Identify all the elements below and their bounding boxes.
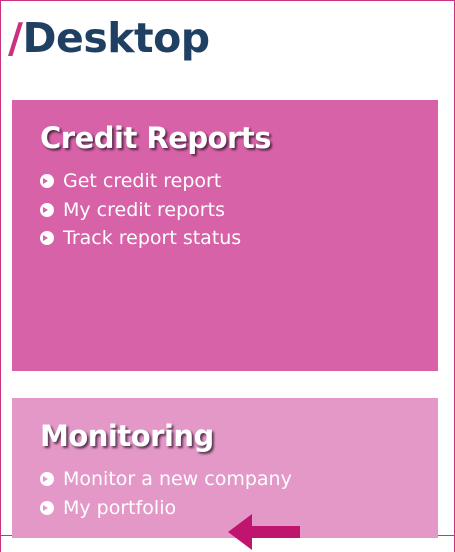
- page-title: /Desktop: [8, 10, 210, 66]
- circle-chevron-right-icon: [40, 472, 54, 487]
- monitoring-title: Monitoring: [40, 419, 214, 453]
- credit-reports-links: Get credit report My credit reports Trac…: [40, 167, 438, 253]
- link-label: Monitor a new company: [63, 468, 292, 491]
- link-get-credit-report[interactable]: Get credit report: [40, 167, 438, 196]
- link-label: Get credit report: [63, 170, 222, 193]
- credit-reports-title: Credit Reports: [40, 121, 272, 155]
- link-label: My portfolio: [63, 496, 177, 519]
- link-track-report-status[interactable]: Track report status: [40, 224, 438, 253]
- circle-chevron-right-icon: [40, 202, 54, 217]
- circle-chevron-right-icon: [40, 174, 54, 189]
- monitoring-panel: Monitoring Monitor a new company My port…: [12, 398, 438, 538]
- circle-chevron-right-icon: [40, 500, 54, 515]
- link-monitor-new-company[interactable]: Monitor a new company: [40, 465, 438, 494]
- link-my-credit-reports[interactable]: My credit reports: [40, 196, 438, 225]
- link-label: Track report status: [63, 227, 242, 250]
- credit-reports-panel: Credit Reports Get credit report My cred…: [12, 100, 438, 371]
- circle-chevron-right-icon: [40, 231, 54, 246]
- title-slash: /: [8, 14, 23, 62]
- title-text: Desktop: [22, 14, 210, 62]
- left-arrow-icon: [228, 514, 300, 550]
- link-label: My credit reports: [63, 198, 225, 221]
